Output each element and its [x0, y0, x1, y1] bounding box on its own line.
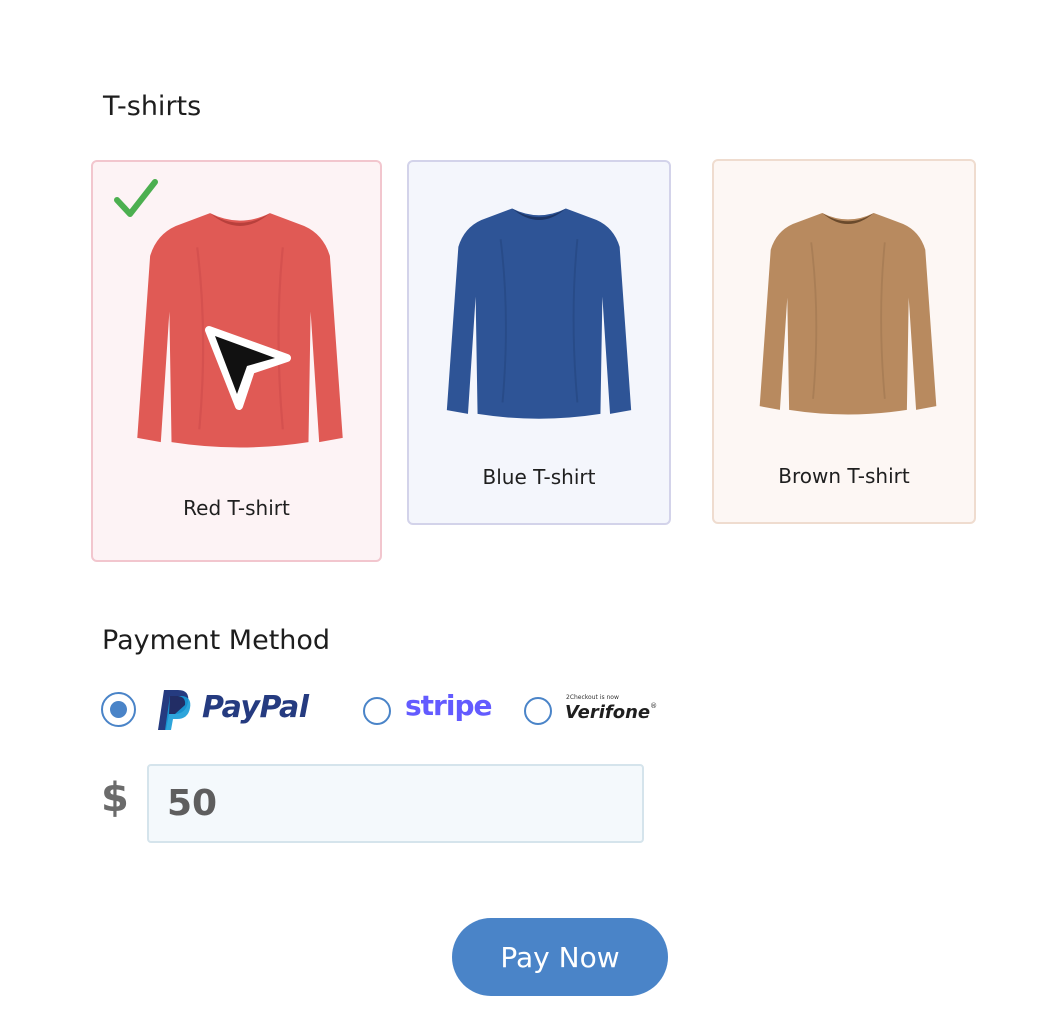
blue-tshirt-image: [446, 208, 632, 419]
amount-input[interactable]: [147, 764, 644, 843]
stripe-logo[interactable]: stripe: [405, 689, 492, 722]
payment-method-heading: Payment Method: [102, 625, 331, 656]
brown-tshirt-image: [759, 212, 937, 415]
paypal-radio[interactable]: [101, 692, 136, 727]
product-label: Red T-shirt: [183, 496, 290, 520]
tshirts-heading: T-shirts: [103, 91, 202, 122]
currency-symbol: $: [101, 775, 129, 821]
product-label: Blue T-shirt: [482, 465, 596, 489]
paypal-icon: [158, 690, 191, 730]
product-card-brown[interactable]: Brown T-shirt: [712, 159, 976, 524]
verifone-radio[interactable]: [524, 697, 552, 725]
verifone-logo[interactable]: Verifone®: [565, 702, 657, 723]
product-card-blue[interactable]: Blue T-shirt: [407, 160, 671, 525]
verifone-label: Verifone: [565, 702, 651, 723]
registered-mark-icon: ®: [650, 702, 658, 710]
paypal-logo[interactable]: PayPal: [156, 688, 316, 732]
product-card-red[interactable]: Red T-shirt: [91, 160, 382, 562]
pay-now-button[interactable]: Pay Now: [452, 918, 668, 996]
paypal-label: PayPal: [202, 690, 309, 725]
verifone-tagline: 2Checkout is now: [566, 694, 619, 701]
product-label: Brown T-shirt: [778, 464, 910, 488]
stripe-radio[interactable]: [363, 697, 391, 725]
cursor-icon: [205, 326, 291, 410]
